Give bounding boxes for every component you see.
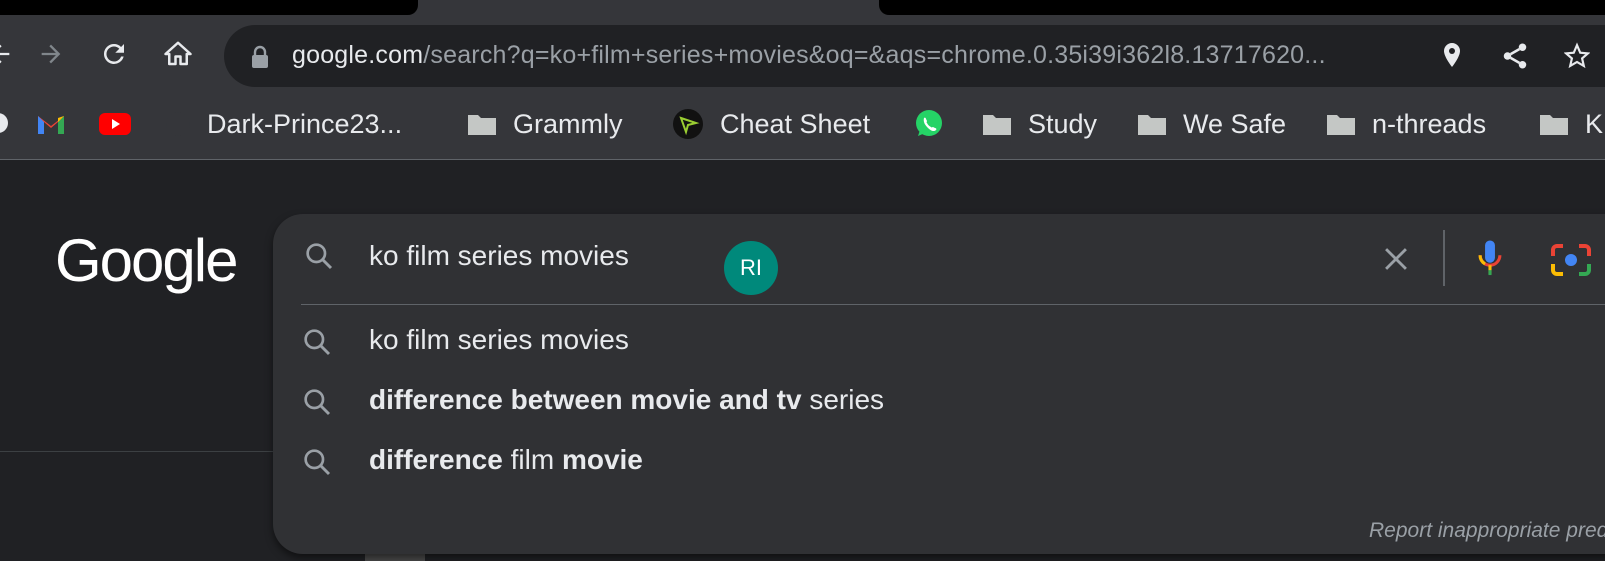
url-host: google.com bbox=[292, 41, 424, 69]
bookmark-youtube[interactable] bbox=[98, 107, 148, 141]
forward-arrow-icon bbox=[41, 44, 61, 64]
folder-icon bbox=[468, 115, 496, 135]
location-pin-icon[interactable] bbox=[1440, 41, 1464, 71]
url-text[interactable]: google.com/search?q=ko+film+series+movie… bbox=[292, 41, 1326, 70]
back-arrow-icon bbox=[0, 44, 10, 64]
folder-icon bbox=[1138, 115, 1166, 135]
result-thumbnail bbox=[365, 553, 425, 561]
gmail-icon bbox=[38, 116, 64, 134]
lock-icon[interactable] bbox=[250, 45, 270, 69]
forward-button[interactable] bbox=[31, 34, 71, 74]
reload-button[interactable] bbox=[94, 34, 134, 74]
reload-icon bbox=[103, 43, 124, 64]
suggestion-part-bold: difference between movie and tv bbox=[369, 384, 802, 415]
search-icon bbox=[304, 449, 331, 476]
address-bar[interactable]: google.com/search?q=ko+film+series+movie… bbox=[224, 25, 1605, 87]
suggestion-item[interactable]: difference film movie bbox=[273, 432, 1605, 488]
suggestion-text: difference between movie and tv series bbox=[369, 384, 884, 416]
browser-toolbar: google.com/search?q=ko+film+series+movie… bbox=[0, 24, 1605, 89]
bookmark-label: Grammly bbox=[513, 108, 623, 139]
camera-lens-icon[interactable] bbox=[1549, 242, 1593, 278]
bookmark-label: We Safe bbox=[1183, 108, 1287, 139]
bookmark-cheat-sheet[interactable]: Cheat Sheet bbox=[672, 107, 870, 141]
folder-icon bbox=[983, 115, 1011, 135]
home-icon bbox=[164, 41, 192, 66]
folder-icon bbox=[1327, 115, 1355, 135]
suggestion-item[interactable]: ko film series movies bbox=[273, 312, 1605, 368]
tab[interactable] bbox=[879, 0, 1605, 15]
divider bbox=[301, 304, 1605, 305]
divider bbox=[0, 451, 276, 452]
suggestion-part-bold: difference bbox=[369, 444, 503, 475]
tab-strip bbox=[0, 0, 1605, 24]
url-path: /search?q=ko+film+series+movies&oq=&aqs=… bbox=[423, 41, 1326, 69]
whatsapp-icon bbox=[916, 110, 942, 136]
microphone-icon[interactable] bbox=[1475, 238, 1505, 280]
bookmark-k[interactable]: K bbox=[1539, 107, 1603, 141]
share-icon[interactable] bbox=[1500, 41, 1530, 71]
search-icon bbox=[306, 243, 333, 270]
suggestion-part: series bbox=[801, 384, 885, 415]
bookmark-gmail[interactable] bbox=[36, 107, 82, 141]
search-box: ko film series movies RI ko film series … bbox=[273, 214, 1605, 554]
bookmark-grammly[interactable]: Grammly bbox=[467, 107, 623, 141]
bookmark-label: Dark-Prince23... bbox=[207, 108, 403, 139]
back-button[interactable] bbox=[0, 34, 20, 74]
bookmark-whatsapp[interactable] bbox=[913, 107, 961, 141]
bookmark-label: n-threads bbox=[1372, 108, 1487, 139]
bookmark-label: Study bbox=[1028, 108, 1098, 139]
divider bbox=[1443, 230, 1445, 286]
close-icon[interactable] bbox=[1379, 242, 1413, 276]
suggestion-item[interactable]: difference between movie and tv series bbox=[273, 372, 1605, 428]
bookmark-label: Cheat Sheet bbox=[720, 108, 871, 139]
bookmark-label: K bbox=[1585, 108, 1604, 139]
suggestion-part: ko film series movies bbox=[369, 324, 629, 355]
suggestion-text: difference film movie bbox=[369, 444, 643, 476]
search-icon bbox=[304, 329, 331, 356]
home-button[interactable] bbox=[158, 34, 198, 74]
bookmark-dark-prince[interactable]: Dark-Prince23... bbox=[165, 107, 402, 141]
avatar: RI bbox=[724, 241, 778, 295]
suggestion-part-bold: movie bbox=[561, 444, 643, 475]
suggestion-part: film bbox=[502, 444, 562, 475]
report-predictions-link[interactable]: Report inappropriate predictions bbox=[1369, 519, 1605, 543]
suggestion-text: ko film series movies bbox=[369, 324, 629, 356]
cheatsheet-icon bbox=[673, 109, 703, 139]
youtube-icon bbox=[99, 113, 131, 135]
github-icon bbox=[166, 112, 190, 136]
google-logo[interactable]: Google bbox=[55, 226, 238, 295]
bookmark-n-threads[interactable]: n-threads bbox=[1326, 107, 1486, 141]
folder-icon bbox=[1540, 115, 1568, 135]
bookmark-study[interactable]: Study bbox=[982, 107, 1097, 141]
bookmark-we-safe[interactable]: We Safe bbox=[1137, 107, 1286, 141]
bookmark-star-icon[interactable] bbox=[1564, 41, 1590, 71]
bookmarks-bar: Dark-Prince23... Grammly Cheat Sheet Stu… bbox=[0, 89, 1605, 160]
tab[interactable] bbox=[0, 0, 418, 15]
search-input[interactable]: ko film series movies bbox=[369, 240, 629, 272]
search-icon bbox=[304, 389, 331, 416]
bookmark-partial-icon[interactable] bbox=[0, 111, 10, 135]
